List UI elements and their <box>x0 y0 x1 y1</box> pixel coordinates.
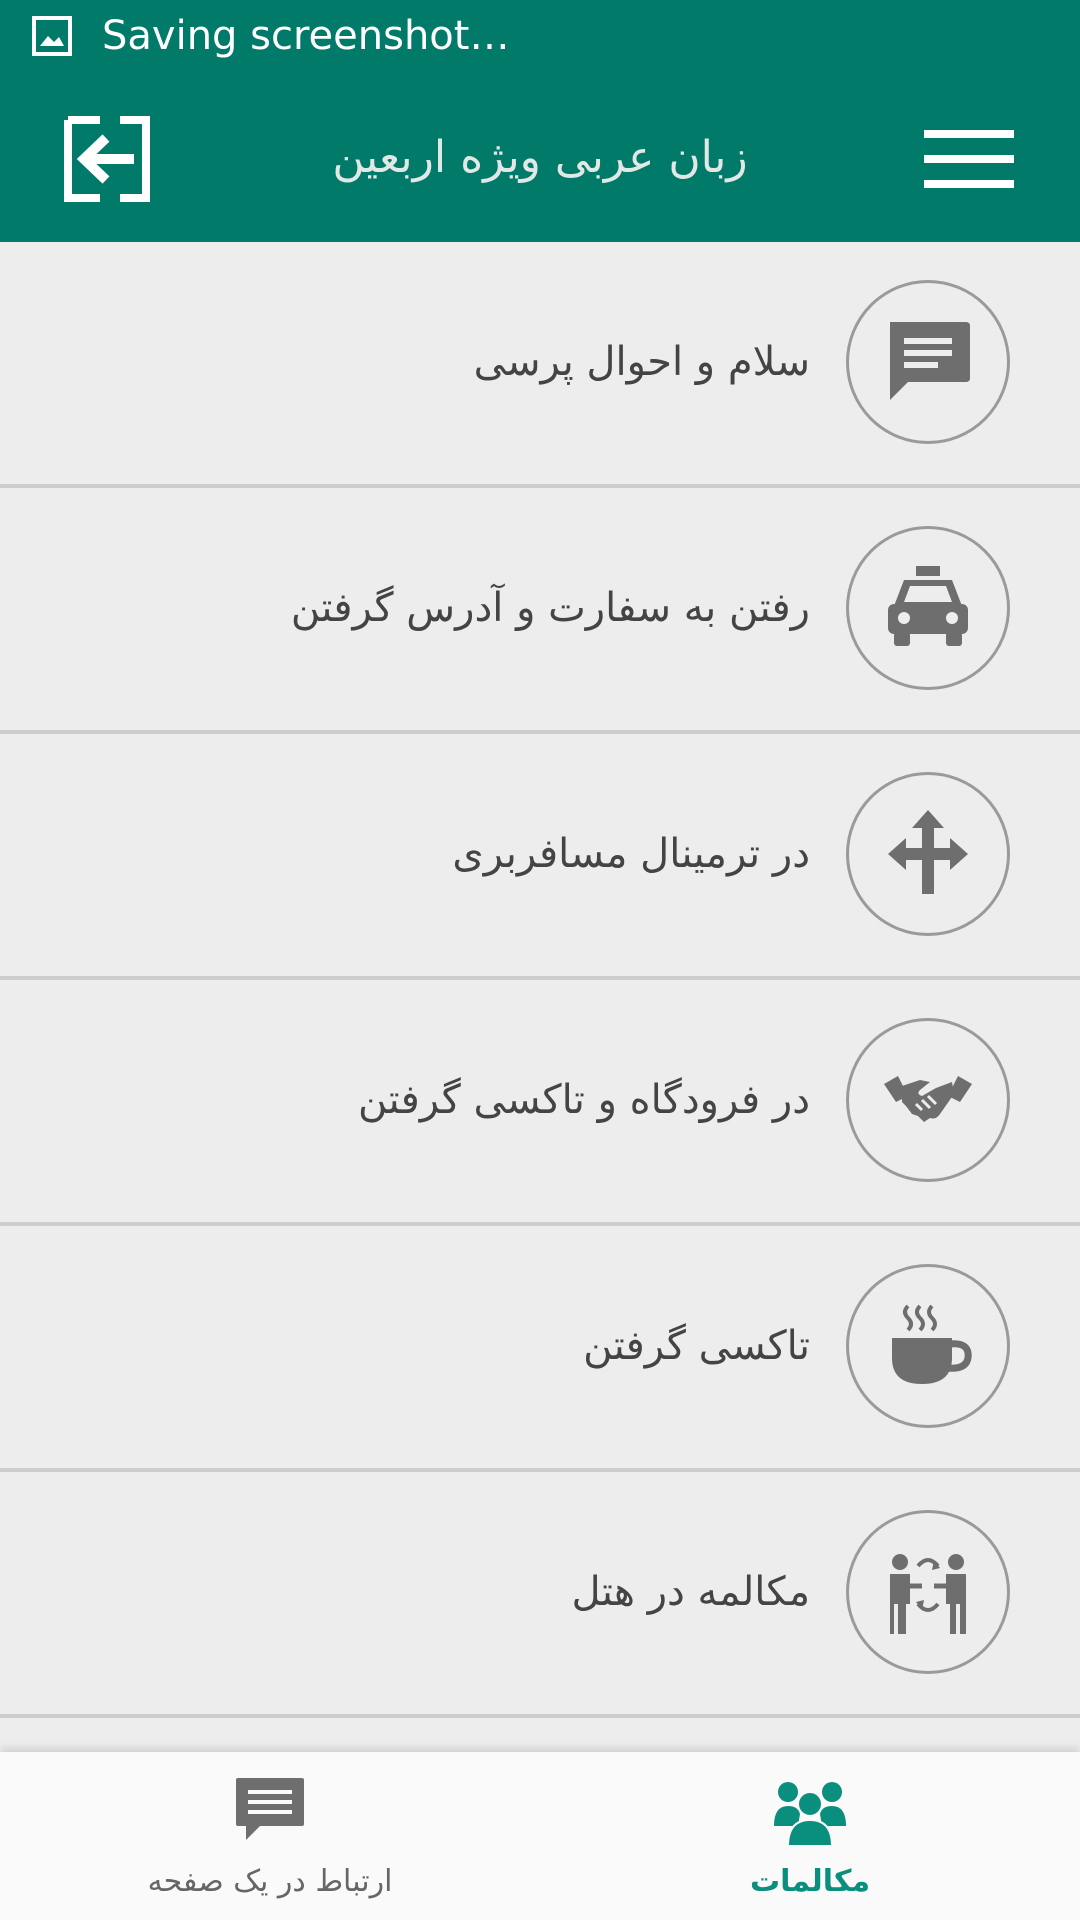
item-icon-circle <box>846 1018 1010 1182</box>
nav-tab-one-page[interactable]: ارتباط در یک صفحه <box>0 1752 540 1920</box>
conversation-list: سلام و احوال پرسی رفتن به سفارت و آدرس گ… <box>0 242 1080 1718</box>
exit-arrow-icon <box>64 116 150 202</box>
nav-tab-conversations[interactable]: مکالمات <box>540 1752 1080 1920</box>
list-item-label: در ترمینال مسافربری <box>452 831 810 877</box>
coffee-icon <box>892 1304 972 1384</box>
list-item[interactable]: تاکسی گرفتن <box>0 1226 1080 1472</box>
group-icon <box>774 1782 846 1847</box>
chat-icon <box>890 322 970 400</box>
list-item-label: سلام و احوال پرسی <box>473 339 810 385</box>
list-item[interactable]: در ترمینال مسافربری <box>0 734 1080 980</box>
list-item-label: تاکسی گرفتن <box>583 1323 810 1369</box>
handshake-icon <box>884 1076 972 1122</box>
status-bar: Saving screenshot… <box>0 0 1080 72</box>
list-item-label: رفتن به سفارت و آدرس گرفتن <box>290 585 810 631</box>
list-item[interactable]: سلام و احوال پرسی <box>0 242 1080 488</box>
list-item-label: در فرودگاه و تاکسی گرفتن <box>358 1077 810 1123</box>
exchange-people-icon <box>890 1554 966 1634</box>
item-icon-circle <box>846 526 1010 690</box>
bottom-navigation: ارتباط در یک صفحه مکالمات <box>0 1752 1080 1920</box>
item-icon-circle <box>846 772 1010 936</box>
exit-button[interactable] <box>60 112 154 206</box>
nav-tab-label: ارتباط در یک صفحه <box>147 1864 393 1899</box>
list-item-label: مکالمه در هتل <box>571 1569 810 1615</box>
list-item[interactable]: در فرودگاه و تاکسی گرفتن <box>0 980 1080 1226</box>
message-icon <box>236 1778 304 1840</box>
app-title: زبان عربی ویژه اربعین <box>332 132 748 183</box>
item-icon-circle <box>846 1510 1010 1674</box>
status-notification-text: Saving screenshot… <box>102 13 510 59</box>
list-item[interactable]: رفتن به سفارت و آدرس گرفتن <box>0 488 1080 734</box>
nav-tab-label: مکالمات <box>749 1864 871 1899</box>
item-icon-circle <box>846 280 1010 444</box>
directions-icon <box>888 810 968 894</box>
list-item[interactable]: مکالمه در هتل <box>0 1472 1080 1718</box>
app-bar: زبان عربی ویژه اربعین <box>0 72 1080 242</box>
taxi-icon <box>888 566 968 646</box>
image-icon <box>32 16 72 56</box>
menu-button[interactable] <box>924 126 1018 192</box>
hamburger-menu-icon <box>924 130 1014 188</box>
item-icon-circle <box>846 1264 1010 1428</box>
